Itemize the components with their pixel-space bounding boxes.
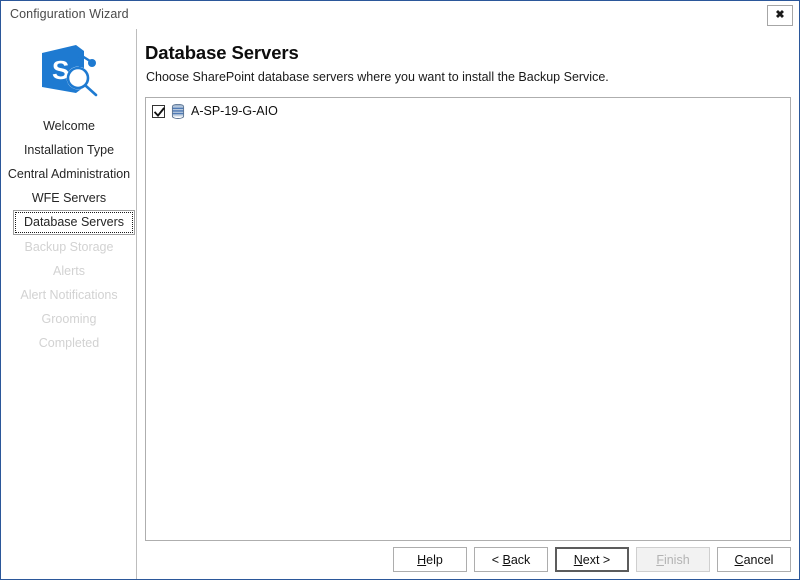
title-bar: Configuration Wizard ✖ — [1, 1, 799, 29]
back-button[interactable]: < Back — [474, 547, 548, 572]
wizard-content-pane: Database Servers Choose SharePoint datab… — [137, 29, 799, 579]
sidebar-item-completed: Completed — [2, 331, 136, 355]
server-checkbox[interactable] — [152, 104, 165, 118]
sidebar-item-alert-notifications: Alert Notifications — [2, 283, 136, 307]
page-title: Database Servers — [145, 42, 299, 63]
sidebar-item-alerts: Alerts — [2, 259, 136, 283]
list-item[interactable]: A-SP-19-G-AIO — [146, 98, 790, 121]
sidebar-item-grooming: Grooming — [2, 307, 136, 331]
sidebar-item-label: Installation Type — [23, 143, 115, 157]
wizard-sidebar: S Welcome Installation Type Central Admi… — [2, 29, 137, 579]
sidebar-item-backup-storage: Backup Storage — [2, 235, 136, 259]
sidebar-item-label: Alerts — [53, 264, 85, 278]
back-button-label: < Back — [491, 552, 531, 567]
configuration-wizard-window: Configuration Wizard ✖ S Welcome Install… — [0, 0, 800, 580]
help-button-label: Help — [417, 552, 443, 567]
wizard-button-bar: Help < Back Next > Finish Cancel — [137, 547, 799, 579]
finish-button-label: Finish — [656, 552, 690, 567]
sidebar-item-central-administration[interactable]: Central Administration — [2, 162, 136, 186]
cancel-button-label: Cancel — [734, 552, 774, 567]
sidebar-item-label: Welcome — [43, 119, 95, 133]
server-name-label: A-SP-19-G-AIO — [191, 104, 278, 118]
svg-text:S: S — [52, 55, 69, 85]
help-button[interactable]: Help — [393, 547, 467, 572]
sidebar-item-label: Completed — [38, 336, 100, 350]
sidebar-item-wfe-servers[interactable]: WFE Servers — [2, 186, 136, 210]
next-button-label: Next > — [573, 552, 611, 567]
database-servers-listbox[interactable]: A-SP-19-G-AIO — [145, 97, 791, 541]
sidebar-item-label: Alert Notifications — [20, 288, 118, 302]
sidebar-item-welcome[interactable]: Welcome — [2, 114, 136, 138]
close-icon: ✖ — [775, 9, 785, 21]
sharepoint-logo-icon: S — [40, 43, 102, 101]
sidebar-item-label: WFE Servers — [31, 191, 107, 205]
next-button[interactable]: Next > — [555, 547, 629, 572]
sidebar-item-label: Grooming — [41, 312, 97, 326]
cancel-button[interactable]: Cancel — [717, 547, 791, 572]
database-server-icon — [171, 103, 185, 119]
sidebar-item-database-servers[interactable]: Database Servers — [13, 210, 135, 235]
page-subtitle: Choose SharePoint database servers where… — [146, 70, 609, 84]
window-title: Configuration Wizard — [10, 7, 129, 21]
wizard-step-list: Welcome Installation Type Central Admini… — [2, 114, 136, 355]
close-button[interactable]: ✖ — [767, 5, 793, 26]
sidebar-item-label: Central Administration — [7, 167, 131, 181]
finish-button: Finish — [636, 547, 710, 572]
sidebar-item-label: Backup Storage — [24, 240, 114, 254]
sidebar-item-label: Database Servers — [23, 215, 125, 229]
sidebar-item-installation-type[interactable]: Installation Type — [2, 138, 136, 162]
